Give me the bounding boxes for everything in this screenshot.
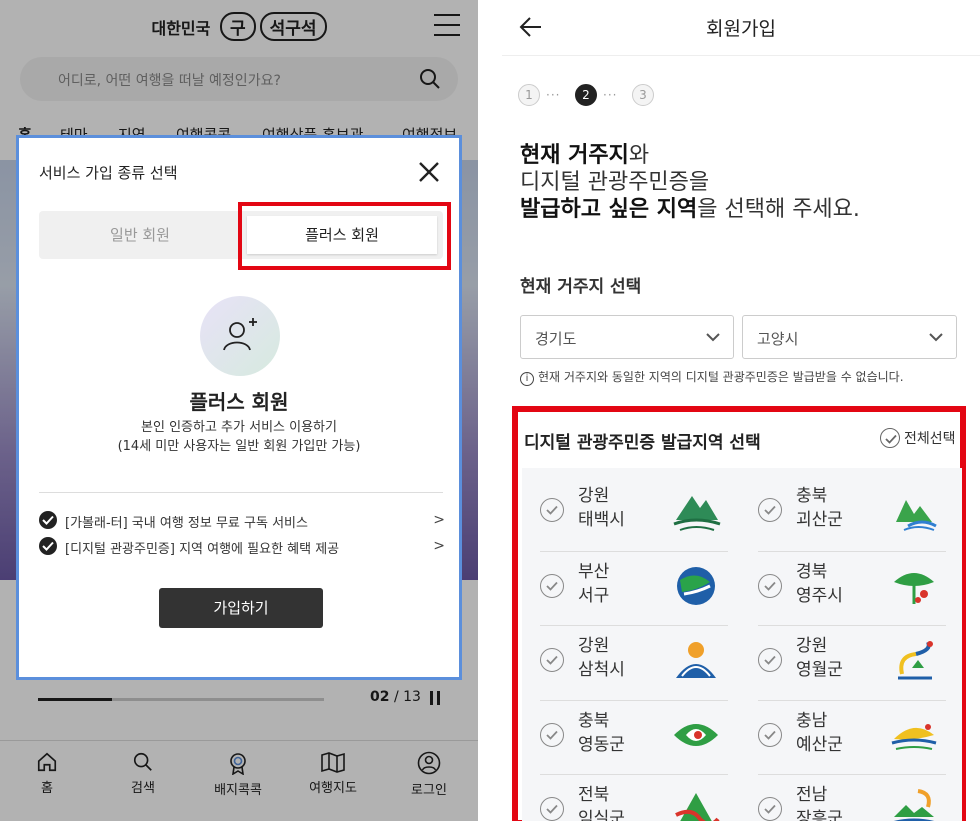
membership-type-modal: 서비스 가입 종류 선택 일반 회원 플러스 회원 플러스 회원 본인 인증하고… <box>16 135 462 680</box>
yeongju-emblem-icon <box>894 573 934 604</box>
region-grid: 강원 태백시 충북 괴산군 부산 서구 경북 영주시 강원 삼척시 강원 영월군… <box>522 468 962 821</box>
check-circle-icon <box>540 574 564 598</box>
left-screen: 대한민국 구석구석 어디로, 어떤 여행을 떠날 예정인가요? 홈 테마 지역 … <box>0 0 478 821</box>
region-item-goesan[interactable]: 충북 괴산군 <box>758 474 970 548</box>
region-item-yesan[interactable]: 충남 예산군 <box>758 699 970 773</box>
residence-notice: i 현재 거주지와 동일한 지역의 디지털 관광주민증은 발급받을 수 없습니다. <box>520 368 904 386</box>
chevron-down-icon <box>706 333 720 342</box>
tab-general-member[interactable]: 일반 회원 <box>39 211 241 259</box>
region-item-jangheung[interactable]: 전남 장흥군 <box>758 773 970 821</box>
highlight-box <box>238 202 451 270</box>
goesan-emblem-icon <box>896 500 937 531</box>
region-item-imsil[interactable]: 전북 임실군 <box>540 773 752 821</box>
benefit-subscription[interactable]: [가볼래-터] 국내 여행 정보 무료 구독 서비스 > <box>39 509 445 531</box>
plus-member-title: 플러스 회원 <box>189 390 289 414</box>
samcheok-emblem-icon <box>676 642 716 678</box>
check-circle-icon <box>758 648 782 672</box>
panel-gap <box>478 0 502 821</box>
plus-member-description: 본인 인증하고 추가 서비스 이용하기 (14세 미만 사용자는 일반 회원 가… <box>117 420 361 454</box>
region-item-taebaek[interactable]: 강원 태백시 <box>540 474 752 548</box>
jangheung-emblem-icon <box>893 789 935 821</box>
region-item-yeongwol[interactable]: 강원 영월군 <box>758 624 970 698</box>
province-select[interactable]: 경기도 <box>520 315 734 359</box>
check-circle-icon <box>758 498 782 522</box>
check-circle-icon <box>758 797 782 821</box>
check-circle-icon <box>540 648 564 672</box>
right-screen: 회원가입 1 ··· 2 ··· 3 현재 거주지와 디지털 관광주민증을 발급… <box>502 0 980 821</box>
step-1: 1 <box>518 84 540 106</box>
chevron-right-icon: > <box>433 512 445 528</box>
region-item-busan-seogu[interactable]: 부산 서구 <box>540 550 752 624</box>
check-circle-icon <box>758 723 782 747</box>
check-circle-icon <box>880 428 900 448</box>
yesan-emblem-icon <box>891 724 937 750</box>
add-user-icon <box>223 318 257 351</box>
step-indicator: 1 ··· 2 ··· 3 <box>518 84 718 108</box>
region-selection-section: 디지털 관광주민증 발급지역 선택 전체선택 강원 태백시 충북 괴산군 부산 … <box>512 406 966 821</box>
city-select[interactable]: 고양시 <box>742 315 957 359</box>
check-icon <box>39 537 57 555</box>
chevron-down-icon <box>929 333 943 342</box>
close-icon[interactable] <box>417 160 441 184</box>
select-all-button[interactable]: 전체선택 <box>880 428 956 448</box>
check-circle-icon <box>758 574 782 598</box>
avatar <box>200 296 280 376</box>
chevron-right-icon: > <box>433 538 445 554</box>
region-item-yeongdong[interactable]: 충북 영동군 <box>540 699 752 773</box>
page-title: 회원가입 <box>706 18 776 40</box>
yeongwol-emblem-icon <box>898 641 933 680</box>
signup-header: 회원가입 <box>502 0 980 56</box>
check-circle-icon <box>540 723 564 747</box>
benefit-digital-id[interactable]: [디지털 관광주민증] 지역 여행에 필요한 혜택 제공 > <box>39 535 445 557</box>
modal-title: 서비스 가입 종류 선택 <box>39 164 178 182</box>
yeongdong-emblem-icon <box>674 724 718 746</box>
step-3: 3 <box>632 84 654 106</box>
check-circle-icon <box>540 797 564 821</box>
step-dots: ··· <box>603 88 618 102</box>
divider <box>39 492 443 493</box>
busan-seogu-emblem-icon <box>677 567 715 605</box>
region-item-yeongju[interactable]: 경북 영주시 <box>758 550 970 624</box>
step-2: 2 <box>575 84 597 106</box>
join-button[interactable]: 가입하기 <box>159 588 323 628</box>
check-circle-icon <box>540 498 564 522</box>
check-icon <box>39 511 57 529</box>
step-dots: ··· <box>546 88 561 102</box>
info-icon: i <box>520 372 534 386</box>
region-item-samcheok[interactable]: 강원 삼척시 <box>540 624 752 698</box>
residence-label: 현재 거주지 선택 <box>520 277 642 297</box>
imsil-emblem-icon <box>675 793 720 821</box>
taebaek-emblem-icon <box>673 496 721 531</box>
region-label: 디지털 관광주민증 발급지역 선택 <box>524 433 761 453</box>
signup-headline: 현재 거주지와 디지털 관광주민증을 발급하고 싶은 지역을 선택해 주세요. <box>520 143 860 222</box>
